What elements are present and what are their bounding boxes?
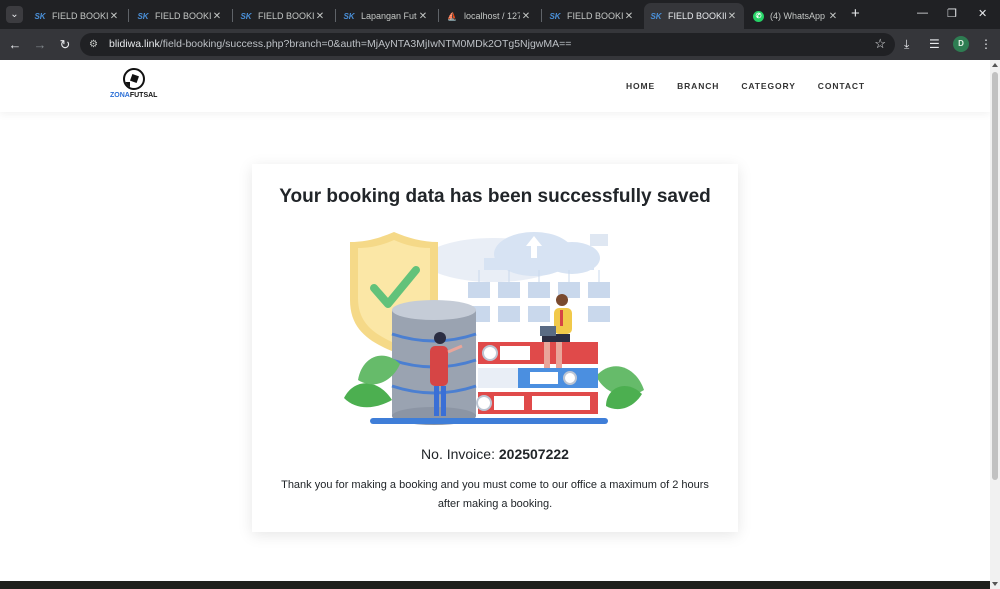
restore-icon[interactable]: ❐ [947, 7, 957, 20]
browser-toolbar: ← → ↻ ⚙ blidiwa.link/field-booking/succe… [0, 29, 1000, 60]
tab-title: (4) WhatsApp [770, 11, 826, 21]
page-footer-edge [0, 581, 990, 589]
nav-category[interactable]: CATEGORY [741, 81, 795, 91]
url-path: /field-booking/success.php?branch=0&auth… [159, 38, 572, 50]
browser-tab[interactable]: SK Lapangan Futs ✕ [337, 3, 435, 29]
phpmyadmin-favicon-icon: ⛵ [447, 11, 457, 21]
site-settings-icon[interactable]: ⚙ [89, 38, 102, 51]
tab-title: FIELD BOOKIN [668, 11, 726, 21]
browser-tab[interactable]: SK FIELD BOOKIN ✕ [234, 3, 332, 29]
site-header: ZONAFUTSAL HOME BRANCH CATEGORY CONTACT [0, 60, 990, 112]
invoice-line: No. Invoice: 202507222 [252, 446, 738, 462]
new-tab-button[interactable]: + [851, 6, 860, 22]
tab-search-button[interactable]: ⌄ [6, 6, 23, 23]
url-text[interactable]: blidiwa.link/field-booking/success.php?b… [109, 38, 571, 50]
logo-text-futsal: FUTSAL [129, 92, 158, 99]
nav-contact[interactable]: CONTACT [818, 81, 865, 91]
site-logo[interactable]: ZONAFUTSAL [110, 68, 160, 102]
close-icon[interactable]: ✕ [314, 11, 326, 22]
invoice-label: No. Invoice: [421, 446, 495, 462]
browser-tabstrip: ⌄ SK FIELD BOOKIN ✕ SK FIELD BOOKIN ✕ SK… [0, 0, 1000, 29]
address-bar[interactable]: ⚙ blidiwa.link/field-booking/success.php… [80, 33, 895, 56]
bookmark-star-icon[interactable]: ☆ [874, 36, 886, 52]
profile-avatar[interactable]: D [953, 36, 969, 52]
sk-favicon-icon: SK [137, 11, 149, 21]
tab-divider [232, 9, 233, 22]
page-scrollbar[interactable] [990, 60, 1000, 589]
reload-icon[interactable]: ↻ [56, 36, 74, 54]
browser-tab[interactable]: SK FIELD BOOKIN ✕ [28, 3, 126, 29]
tab-divider [335, 9, 336, 22]
download-icon[interactable]: ⤓ [904, 37, 909, 52]
back-icon[interactable]: ← [6, 36, 24, 54]
whatsapp-favicon-icon: ✆ [753, 10, 764, 22]
browser-tab[interactable]: ⛵ localhost / 127 ✕ [440, 3, 538, 29]
forward-icon[interactable]: → [31, 36, 49, 54]
close-icon[interactable]: ✕ [108, 11, 120, 22]
data-saved-illustration [344, 232, 644, 425]
close-icon[interactable]: ✕ [520, 11, 532, 22]
close-icon[interactable]: ✕ [211, 11, 223, 22]
tab-divider [438, 9, 439, 22]
tab-title: localhost / 127 [464, 11, 520, 21]
close-icon[interactable]: ✕ [827, 11, 839, 22]
nav-home[interactable]: HOME [626, 81, 655, 91]
logo-text-zona: ZONA [110, 92, 130, 99]
sk-favicon-icon: SK [650, 11, 662, 21]
browser-tab[interactable]: SK FIELD BOOKIN ✕ [131, 3, 229, 29]
sk-favicon-icon: SK [343, 11, 355, 21]
media-playlist-icon[interactable]: ☰ [929, 37, 940, 51]
browser-tab-active[interactable]: SK FIELD BOOKIN ✕ [644, 3, 744, 29]
close-icon[interactable]: ✕ [623, 11, 635, 22]
football-icon [123, 68, 145, 90]
scroll-down-icon[interactable] [992, 582, 998, 586]
tab-title: FIELD BOOKIN [567, 11, 623, 21]
success-heading: Your booking data has been successfully … [279, 186, 711, 207]
thank-you-message: Thank you for making a booking and you m… [281, 479, 709, 510]
logo-wordmark: ZONAFUTSAL [110, 92, 157, 99]
scrollbar-thumb[interactable] [992, 72, 998, 480]
scroll-up-icon[interactable] [992, 63, 998, 67]
close-icon[interactable]: ✕ [417, 11, 429, 22]
tab-title: Lapangan Futs [361, 11, 417, 21]
browser-tab[interactable]: ✆ (4) WhatsApp ✕ [747, 3, 845, 29]
success-card: Your booking data has been successfully … [252, 164, 738, 532]
close-icon[interactable]: ✕ [726, 11, 738, 22]
tab-title: FIELD BOOKIN [155, 11, 211, 21]
tab-title: FIELD BOOKIN [52, 11, 108, 21]
tab-divider [541, 9, 542, 22]
page-viewport: ZONAFUTSAL HOME BRANCH CATEGORY CONTACT … [0, 60, 990, 581]
url-domain: blidiwa.link [109, 38, 160, 50]
main-nav: HOME BRANCH CATEGORY CONTACT [626, 81, 865, 91]
browser-menu-icon[interactable]: ⋮ [980, 37, 992, 51]
sk-favicon-icon: SK [549, 11, 561, 21]
tab-divider [128, 9, 129, 22]
browser-tab[interactable]: SK FIELD BOOKIN ✕ [543, 3, 641, 29]
sk-favicon-icon: SK [240, 11, 252, 21]
invoice-number: 202507222 [498, 446, 569, 462]
tab-title: FIELD BOOKIN [258, 11, 314, 21]
nav-branch[interactable]: BRANCH [677, 81, 719, 91]
window-close-icon[interactable]: ✕ [978, 7, 987, 20]
sk-favicon-icon: SK [34, 11, 46, 21]
minimize-icon[interactable]: — [917, 7, 928, 19]
